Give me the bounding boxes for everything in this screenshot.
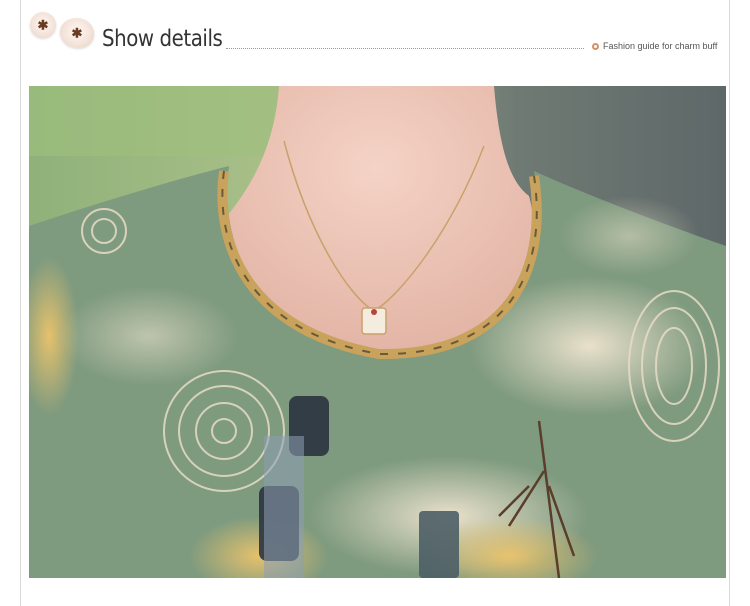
section-header: ✱ ✱ Show details Fashion guide for charm… bbox=[30, 8, 730, 56]
section-title: Show details bbox=[102, 26, 223, 52]
dotted-divider bbox=[226, 48, 584, 49]
flower-icon: ✱ bbox=[30, 12, 56, 38]
section-subtitle: Fashion guide for charm buff bbox=[603, 41, 718, 51]
flower-icon: ✱ bbox=[60, 18, 94, 48]
product-photo-illustration bbox=[29, 86, 726, 578]
bullet-icon bbox=[592, 43, 599, 50]
product-photo bbox=[29, 86, 726, 578]
